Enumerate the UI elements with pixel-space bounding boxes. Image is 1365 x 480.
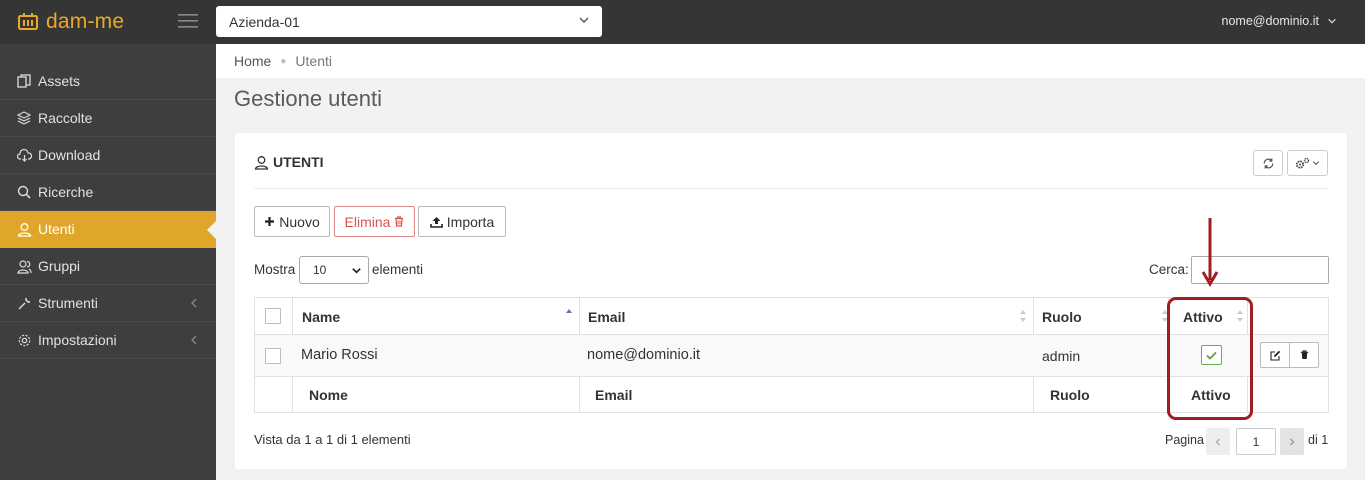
- search-icon: [16, 184, 32, 200]
- next-page-button[interactable]: [1280, 428, 1304, 455]
- sidebar-item-label: Raccolte: [38, 110, 93, 126]
- sort-both-icon[interactable]: [1019, 309, 1027, 323]
- users-icon: [16, 258, 32, 274]
- user-email: nome@dominio.it: [1221, 14, 1319, 28]
- new-user-label: Nuovo: [279, 213, 320, 230]
- sidebar-item-download[interactable]: Download: [0, 137, 216, 174]
- length-suffix: elementi: [372, 262, 424, 277]
- chevron-down-icon: [352, 268, 361, 274]
- edit-user-button[interactable]: [1260, 342, 1290, 368]
- chevron-left-icon: [1215, 438, 1220, 445]
- search-label: Cerca:: [1149, 262, 1189, 277]
- user-icon: [254, 155, 269, 170]
- edit-icon: [1269, 350, 1280, 361]
- copy-icon: [16, 73, 32, 89]
- sidebar-item-label: Strumenti: [38, 295, 98, 311]
- sidebar-item-strumenti[interactable]: Strumenti: [0, 285, 216, 322]
- trash-icon: [395, 216, 404, 227]
- column-header-name[interactable]: Name: [302, 309, 340, 325]
- sidebar: Assets Raccolte Download Ricerche Utenti…: [0, 44, 216, 480]
- card-title-text: UTENTI: [273, 154, 324, 170]
- user-menu[interactable]: nome@dominio.it: [1222, 14, 1337, 28]
- user-icon: [16, 221, 32, 237]
- plus-icon: [265, 217, 275, 226]
- user-role: admin: [1042, 348, 1081, 364]
- breadcrumb-home[interactable]: Home: [234, 53, 271, 69]
- import-button[interactable]: Importa: [418, 206, 506, 237]
- sidebar-item-gruppi[interactable]: Gruppi: [0, 248, 216, 285]
- sidebar-item-label: Ricerche: [38, 184, 94, 200]
- column-footer-email: Email: [595, 387, 633, 403]
- cloud-download-icon: [16, 147, 32, 163]
- sidebar-item-impostazioni[interactable]: Impostazioni: [0, 322, 216, 359]
- page-length-select[interactable]: 10: [299, 256, 369, 284]
- delete-user-button[interactable]: [1289, 342, 1319, 368]
- column-header-email[interactable]: Email: [588, 309, 625, 325]
- sidebar-item-label: Assets: [38, 73, 81, 89]
- refresh-icon: [1263, 157, 1273, 169]
- sidebar-item-label: Download: [38, 147, 101, 163]
- chevron-down-icon: [1312, 161, 1320, 166]
- row-checkbox[interactable]: [265, 348, 281, 364]
- annotation-highlight-box: [1167, 297, 1253, 420]
- sidebar-item-assets[interactable]: Assets: [0, 63, 216, 100]
- breadcrumb-current: Utenti: [295, 53, 332, 69]
- sidebar-item-label: Utenti: [38, 221, 75, 237]
- sort-asc-icon[interactable]: [565, 308, 573, 316]
- sidebar-item-utenti[interactable]: Utenti: [0, 211, 216, 248]
- chevron-right-icon: [1290, 438, 1295, 445]
- wrench-icon: [16, 295, 32, 311]
- column-footer-role: Ruolo: [1050, 387, 1090, 403]
- chevron-down-icon: [1328, 18, 1336, 24]
- page-title: Gestione utenti: [234, 86, 382, 111]
- chevron-left-icon: [191, 298, 197, 308]
- gears-icon: [1295, 157, 1310, 169]
- pagination-total: di 1: [1308, 433, 1329, 447]
- pagination-label: Pagina: [1165, 433, 1204, 447]
- delete-label: Elimina: [344, 213, 391, 230]
- breadcrumb-separator: ●: [280, 55, 287, 67]
- app-logo[interactable]: dam-me: [18, 10, 124, 34]
- gear-icon: [16, 332, 32, 348]
- column-footer-name: Nome: [309, 387, 348, 403]
- sidebar-item-raccolte[interactable]: Raccolte: [0, 100, 216, 137]
- chevron-down-icon: [579, 17, 589, 23]
- page-number-input[interactable]: 1: [1236, 428, 1276, 455]
- column-header-role[interactable]: Ruolo: [1042, 309, 1082, 325]
- hamburger-menu-icon[interactable]: [178, 14, 198, 33]
- import-label: Importa: [446, 213, 495, 230]
- company-select[interactable]: Azienda-01: [216, 6, 602, 37]
- trash-icon: [1300, 350, 1308, 360]
- sidebar-item-label: Gruppi: [38, 258, 81, 274]
- layers-icon: [16, 110, 32, 126]
- company-select-value: Azienda-01: [229, 13, 300, 30]
- top-bar: dam-me Azienda-01 nome@dominio.it: [0, 0, 1365, 44]
- divider: [254, 188, 1328, 189]
- select-all-checkbox[interactable]: [265, 308, 281, 324]
- breadcrumb: Home ● Utenti: [216, 44, 1365, 78]
- sidebar-item-label: Impostazioni: [38, 332, 117, 348]
- film-logo-icon: [18, 13, 38, 30]
- user-name: Mario Rossi: [301, 347, 378, 363]
- chevron-left-icon: [191, 335, 197, 345]
- page-length-value: 10: [313, 263, 327, 277]
- sidebar-item-ricerche[interactable]: Ricerche: [0, 174, 216, 211]
- length-prefix: Mostra: [254, 262, 296, 277]
- settings-dropdown-button[interactable]: [1287, 150, 1328, 176]
- delete-button[interactable]: Elimina: [334, 206, 415, 237]
- user-email: nome@dominio.it: [587, 347, 701, 363]
- app-name: dam-me: [46, 10, 125, 33]
- page-number-value: 1: [1252, 434, 1260, 449]
- new-user-button[interactable]: Nuovo: [254, 206, 330, 237]
- annotation-arrow-icon: [1201, 218, 1219, 287]
- table-info: Vista da 1 a 1 di 1 elementi: [254, 432, 411, 447]
- upload-icon: [429, 216, 443, 228]
- refresh-button[interactable]: [1253, 150, 1283, 176]
- card-title: UTENTI: [254, 154, 324, 170]
- prev-page-button[interactable]: [1206, 428, 1230, 455]
